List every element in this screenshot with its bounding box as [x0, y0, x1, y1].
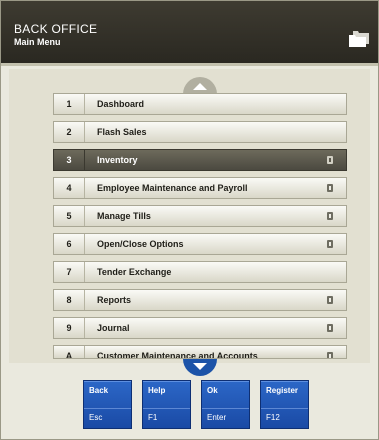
button-shortcut: Enter — [207, 413, 227, 422]
button-shortcut: F12 — [266, 413, 280, 422]
ok-button[interactable]: Ok Enter — [201, 380, 250, 429]
menu-item-dashboard[interactable]: 1 Dashboard — [53, 93, 347, 115]
button-divider — [202, 408, 249, 409]
button-label: Register — [266, 386, 299, 395]
button-label: Back — [89, 386, 109, 395]
menu-item-label: Journal — [97, 323, 130, 333]
menu-item-number: 4 — [54, 178, 85, 198]
menu-item-tender-exchange[interactable]: 7 Tender Exchange — [53, 261, 347, 283]
button-label: Help — [148, 386, 166, 395]
app-window: BACK OFFICE Main Menu 1 Dashboard 2 Flash S… — [0, 0, 379, 440]
register-button[interactable]: Register F12 — [260, 380, 309, 429]
menu-item-customer-maintenance-and-accounts[interactable]: A Customer Maintenance and Accounts — [53, 345, 347, 359]
header-title: BACK OFFICE — [14, 22, 98, 36]
menu-item-label: Tender Exchange — [97, 267, 172, 277]
menu-item-reports[interactable]: 8 Reports — [53, 289, 347, 311]
menu-item-label: Customer Maintenance and Accounts — [97, 351, 258, 359]
button-label: Ok — [207, 386, 218, 395]
document-icon — [327, 296, 333, 304]
button-divider — [84, 408, 131, 409]
button-shortcut: F1 — [148, 413, 158, 422]
help-button[interactable]: Help F1 — [142, 380, 191, 429]
menu-item-number: 3 — [54, 150, 85, 170]
menu-item-label: Open/Close Options — [97, 239, 184, 249]
menu-item-number: 8 — [54, 290, 85, 310]
menu-item-number: 9 — [54, 318, 85, 338]
header-subtitle: Main Menu — [14, 37, 61, 47]
menu-item-number: 7 — [54, 262, 85, 282]
menu-item-open-close-options[interactable]: 6 Open/Close Options — [53, 233, 347, 255]
chevron-down-icon — [193, 363, 207, 370]
scroll-down-button[interactable] — [183, 359, 217, 376]
menu-item-number: 5 — [54, 206, 85, 226]
button-divider — [143, 408, 190, 409]
menu-item-employee-maintenance-and-payroll[interactable]: 4 Employee Maintenance and Payroll — [53, 177, 347, 199]
menu-item-number: 6 — [54, 234, 85, 254]
back-button[interactable]: Back Esc — [83, 380, 132, 429]
menu-item-number: 1 — [54, 94, 85, 114]
button-shortcut: Esc — [89, 413, 103, 422]
menu-item-flash-sales[interactable]: 2 Flash Sales — [53, 121, 347, 143]
document-icon — [327, 184, 333, 192]
menu-item-label: Reports — [97, 295, 132, 305]
menu-item-journal[interactable]: 9 Journal — [53, 317, 347, 339]
document-icon — [327, 324, 333, 332]
document-icon — [327, 212, 333, 220]
folders-icon — [349, 31, 369, 47]
chevron-up-icon — [193, 83, 207, 90]
menu-item-inventory[interactable]: 3 Inventory — [53, 149, 347, 171]
menu-item-label: Employee Maintenance and Payroll — [97, 183, 248, 193]
menu-item-number: A — [54, 346, 85, 358]
menu-item-label: Manage Tills — [97, 211, 151, 221]
button-divider — [261, 408, 308, 409]
header-divider — [1, 63, 378, 66]
menu-item-label: Inventory — [97, 155, 138, 165]
header-bar: BACK OFFICE Main Menu — [1, 1, 378, 63]
menu-item-manage-tills[interactable]: 5 Manage Tills — [53, 205, 347, 227]
menu-item-label: Flash Sales — [97, 127, 147, 137]
menu-item-number: 2 — [54, 122, 85, 142]
document-icon — [327, 156, 333, 164]
menu-item-label: Dashboard — [97, 99, 145, 109]
document-icon — [327, 240, 333, 248]
document-icon — [327, 352, 333, 358]
